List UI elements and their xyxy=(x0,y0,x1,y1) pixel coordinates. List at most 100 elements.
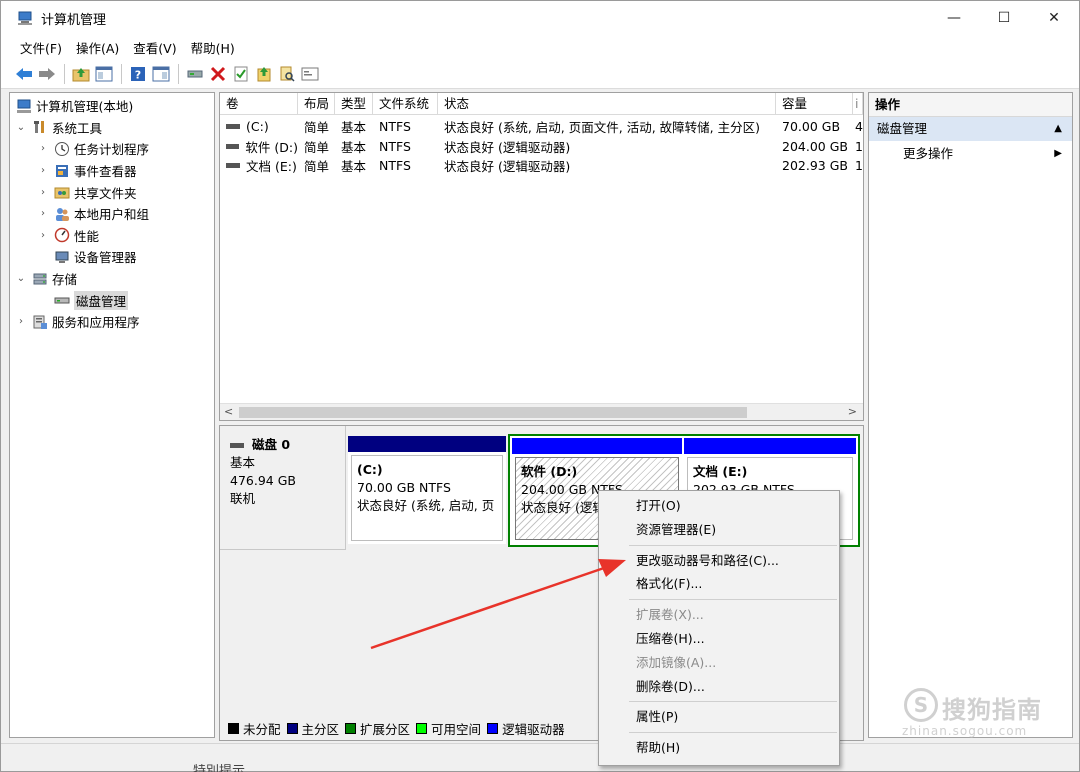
chevron-right-icon[interactable]: › xyxy=(36,208,50,219)
tree-item-disk-management[interactable]: 磁盘管理 xyxy=(10,289,214,311)
watermark: S 搜狗指南 zhinan.sogou.com xyxy=(902,686,1062,746)
table-row[interactable]: (C:) 简单 基本 NTFS 状态良好 (系统, 启动, 页面文件, 活动, … xyxy=(220,117,863,137)
volume-list: 卷 布局 类型 文件系统 状态 容量 i (C:) 简单 基本 NTFS 状态良… xyxy=(219,92,864,421)
scrollbar-thumb[interactable] xyxy=(239,407,747,418)
column-header-capacity[interactable]: 容量 xyxy=(776,93,853,115)
menu-action[interactable]: 操作(A) xyxy=(69,38,126,57)
disk-name: 磁盘 0 xyxy=(252,437,291,452)
show-hide-console-tree-icon[interactable] xyxy=(93,63,115,85)
partition-c[interactable]: (C:) 70.00 GB NTFS 状态良好 (系统, 启动, 页 xyxy=(348,436,506,544)
tree-item-label: 系统工具 xyxy=(52,120,103,136)
watermark-url: zhinan.sogou.com xyxy=(902,724,1028,738)
partition-type-bar xyxy=(512,438,682,454)
menu-item-change-drive-letter[interactable]: 更改驱动器号和路径(C)... xyxy=(599,549,839,573)
chevron-down-icon[interactable]: ⌄ xyxy=(14,273,28,284)
volume-list-header: 卷 布局 类型 文件系统 状态 容量 i xyxy=(220,93,863,115)
chevron-down-icon[interactable]: ⌄ xyxy=(14,122,28,133)
menu-file[interactable]: 文件(F) xyxy=(13,38,69,57)
delete-icon[interactable] xyxy=(207,63,229,85)
chevron-right-icon[interactable]: › xyxy=(36,230,50,241)
menu-item-add-mirror[interactable]: 添加镜像(A)... xyxy=(599,651,839,675)
close-button[interactable]: ✕ xyxy=(1029,1,1079,35)
services-icon xyxy=(32,314,48,330)
import-icon[interactable] xyxy=(253,63,275,85)
column-header-filesystem[interactable]: 文件系统 xyxy=(373,93,438,115)
column-header-type[interactable]: 类型 xyxy=(335,93,373,115)
status-cell: 状态良好 (系统, 启动, 页面文件, 活动, 故障转储, 主分区) xyxy=(444,120,760,136)
tree-item-performance[interactable]: › 性能 xyxy=(10,225,214,247)
help-icon[interactable]: ? xyxy=(127,63,149,85)
chevron-right-icon[interactable]: › xyxy=(36,187,50,198)
maximize-button[interactable]: ☐ xyxy=(979,1,1029,35)
volume-drive-icon xyxy=(226,163,240,169)
scroll-right-arrow[interactable]: > xyxy=(848,405,857,418)
menu-item-explorer[interactable]: 资源管理器(E) xyxy=(599,518,839,542)
menu-item-properties[interactable]: 属性(P) xyxy=(599,705,839,729)
menu-item-format[interactable]: 格式化(F)... xyxy=(599,572,839,596)
menu-view[interactable]: 查看(V) xyxy=(126,38,183,57)
table-row[interactable]: 软件 (D:) 简单 基本 NTFS 状态良好 (逻辑驱动器) 204.00 G… xyxy=(220,137,863,157)
legend-swatch xyxy=(286,722,298,734)
column-header-volume[interactable]: 卷 xyxy=(220,93,298,115)
volume-name: 软件 (D:) xyxy=(245,139,298,155)
search-document-icon[interactable] xyxy=(276,63,298,85)
tree-item-device-manager[interactable]: 设备管理器 xyxy=(10,246,214,268)
horizontal-scrollbar[interactable]: < > xyxy=(220,403,863,420)
chevron-right-icon[interactable]: › xyxy=(14,316,28,327)
tree-item-computer-management[interactable]: 计算机管理(本地) xyxy=(10,95,214,117)
tree-item-label: 磁盘管理 xyxy=(74,290,129,310)
tree-item-local-users[interactable]: › 本地用户和组 xyxy=(10,203,214,225)
legend-label: 主分区 xyxy=(301,721,340,737)
properties-check-icon[interactable] xyxy=(230,63,252,85)
cutoff-caption: 特別提示 xyxy=(193,764,246,772)
collapse-icon[interactable]: ▲ xyxy=(1054,117,1062,141)
disk-state: 联机 xyxy=(230,491,256,506)
svg-text:?: ? xyxy=(135,68,141,81)
more-actions-item[interactable]: 更多操作 ▶ xyxy=(869,141,1072,167)
chevron-right-icon[interactable]: › xyxy=(36,165,50,176)
clock-icon xyxy=(54,141,70,157)
menu-item-shrink-volume[interactable]: 压缩卷(H)... xyxy=(599,627,839,651)
legend-label: 扩展分区 xyxy=(360,721,411,737)
scroll-left-arrow[interactable]: < xyxy=(224,405,233,418)
show-hide-action-pane-icon[interactable] xyxy=(150,63,172,85)
volume-drive-icon xyxy=(226,124,240,130)
forward-icon[interactable] xyxy=(36,63,58,85)
up-folder-icon[interactable] xyxy=(70,63,92,85)
type-cell: 基本 xyxy=(341,159,367,175)
tree-item-system-tools[interactable]: ⌄ 系统工具 xyxy=(10,117,214,139)
menu-item-extend-volume[interactable]: 扩展卷(X)... xyxy=(599,603,839,627)
tree-item-services-applications[interactable]: › 服务和应用程序 xyxy=(10,311,214,333)
tree-item-storage[interactable]: ⌄ 存储 xyxy=(10,268,214,290)
table-row[interactable]: 文档 (E:) 简单 基本 NTFS 状态良好 (逻辑驱动器) 202.93 G… xyxy=(220,156,863,176)
console-window-icon[interactable] xyxy=(299,63,321,85)
actions-section-label: 磁盘管理 xyxy=(877,121,928,136)
submenu-arrow-icon: ▶ xyxy=(1054,148,1062,159)
disk-0-label[interactable]: 磁盘 0 基本 476.94 GB 联机 xyxy=(220,426,346,550)
menu-item-help[interactable]: 帮助(H) xyxy=(599,736,839,760)
partition-status: 状态良好 (系统, 启动, 页 xyxy=(357,498,495,513)
menu-help[interactable]: 帮助(H) xyxy=(184,38,242,57)
column-header-layout[interactable]: 布局 xyxy=(298,93,335,115)
menu-item-delete-volume[interactable]: 删除卷(D)... xyxy=(599,675,839,699)
computer-management-icon xyxy=(16,98,32,114)
device-manager-icon xyxy=(54,249,70,265)
menu-separator xyxy=(629,701,837,703)
tree-item-task-scheduler[interactable]: › 任务计划程序 xyxy=(10,138,214,160)
column-header-free-space[interactable]: i xyxy=(853,93,863,115)
back-icon[interactable] xyxy=(13,63,35,85)
volume-name: 文档 (E:) xyxy=(246,159,297,175)
menu-item-open[interactable]: 打开(O) xyxy=(599,494,839,518)
watermark-text: 搜狗指南 xyxy=(942,696,1042,724)
actions-section-disk-management[interactable]: 磁盘管理 ▲ xyxy=(869,117,1072,141)
tree-item-event-viewer[interactable]: › 事件查看器 xyxy=(10,160,214,182)
console-tree: 计算机管理(本地) ⌄ 系统工具 › 任务计划程序 › 事件查看器 › 共享文件… xyxy=(9,92,215,738)
minimize-button[interactable]: — xyxy=(929,1,979,35)
legend-swatch xyxy=(487,722,499,734)
partition-size: 70.00 GB NTFS xyxy=(357,480,451,495)
connect-drive-icon[interactable] xyxy=(184,63,206,85)
column-header-status[interactable]: 状态 xyxy=(438,93,776,115)
free-space-cell: 4 xyxy=(855,119,863,135)
chevron-right-icon[interactable]: › xyxy=(36,143,50,154)
tree-item-shared-folders[interactable]: › 共享文件夹 xyxy=(10,181,214,203)
